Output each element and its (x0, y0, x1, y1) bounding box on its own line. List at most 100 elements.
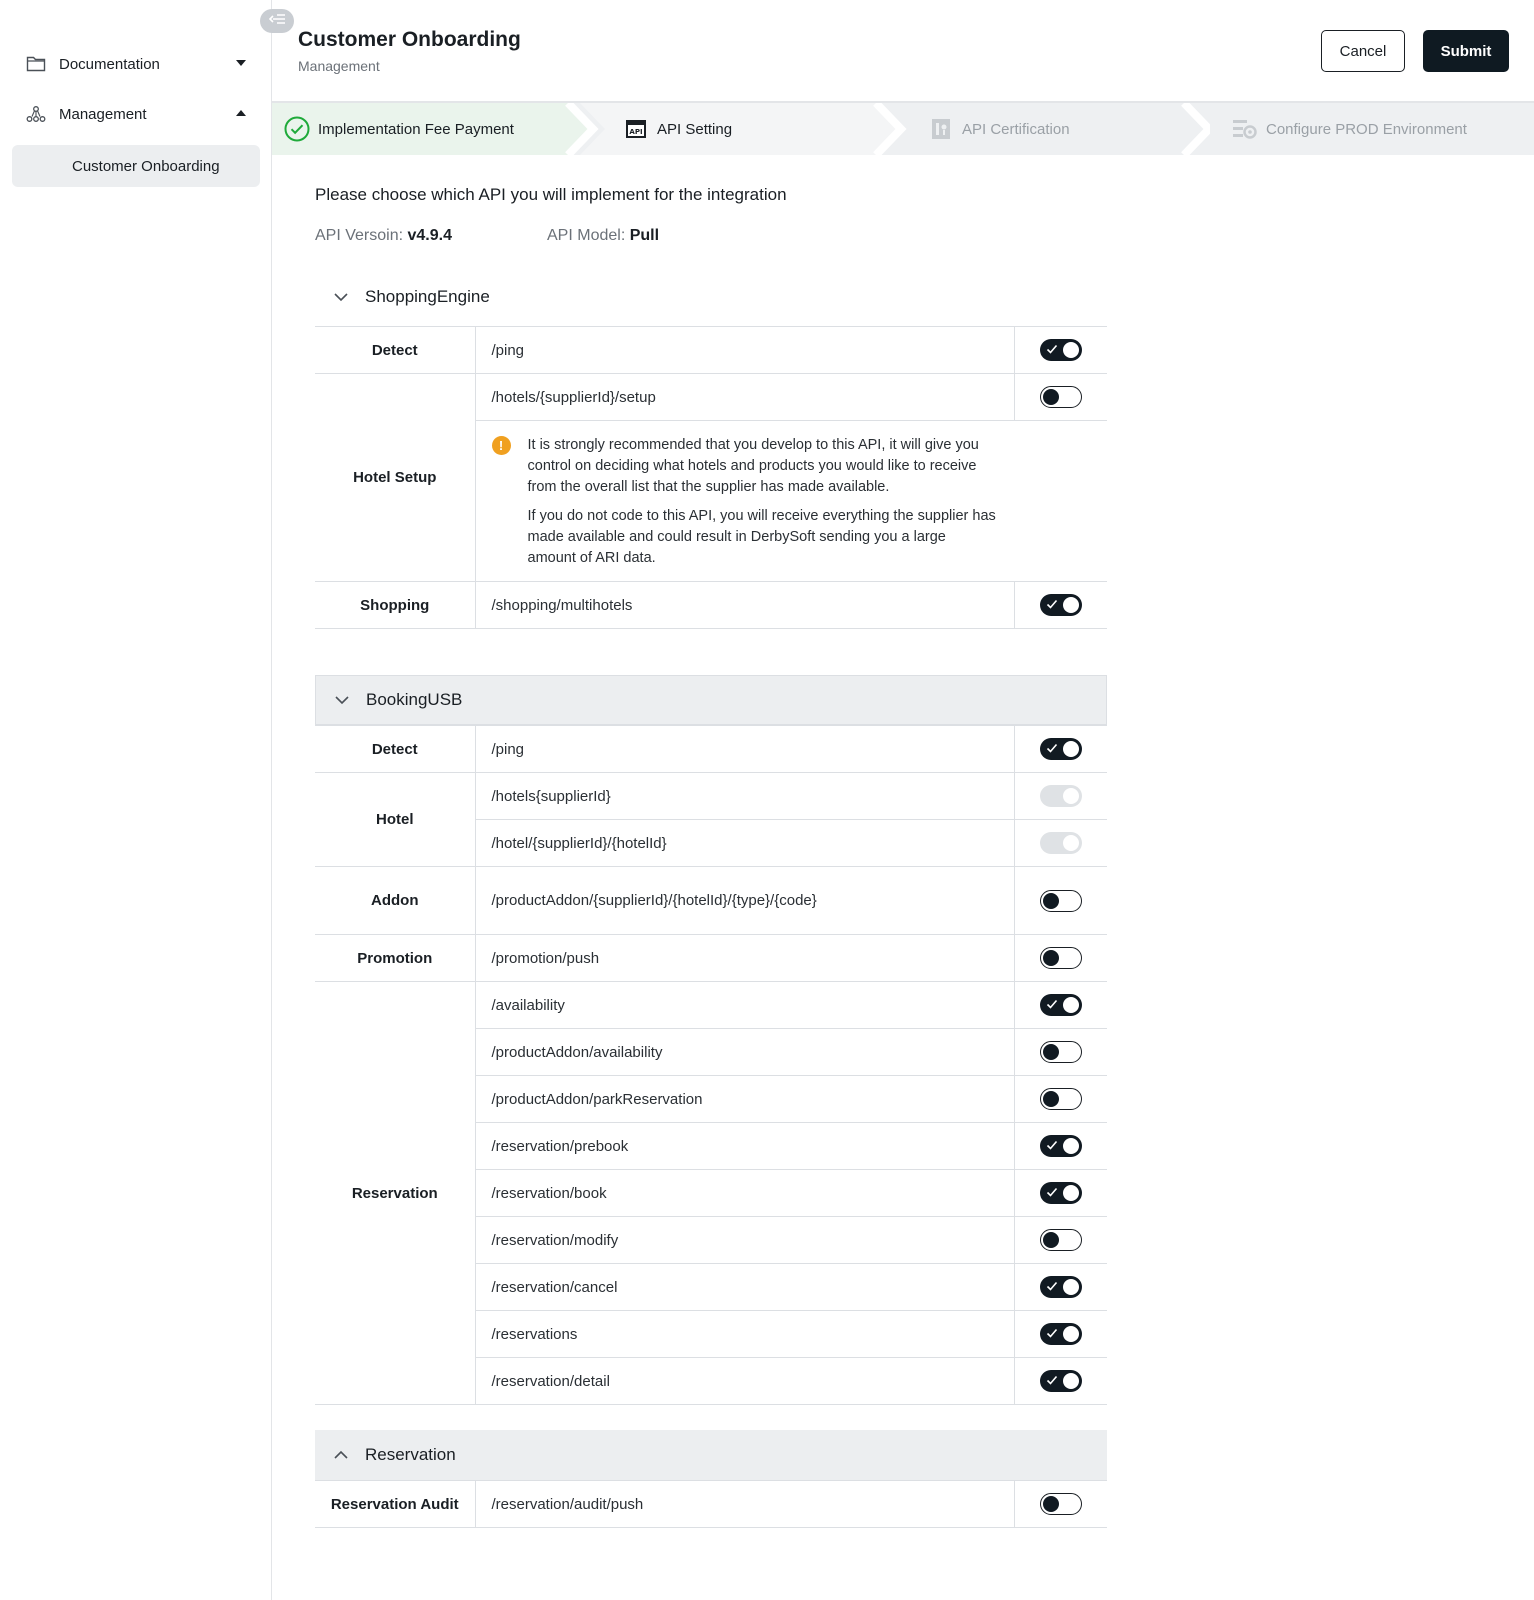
api-toggle[interactable] (1039, 994, 1082, 1016)
step-api-certification[interactable]: API Certification (928, 103, 1070, 155)
api-toggle[interactable] (1039, 1323, 1082, 1345)
group-title: ShoppingEngine (365, 287, 490, 306)
api-toggle[interactable] (1039, 1135, 1082, 1157)
stepper-divider (1181, 103, 1210, 155)
recommendation-notice: ! It is strongly recommended that you de… (475, 420, 1107, 582)
api-toggle[interactable] (1039, 889, 1082, 912)
category-cell: Shopping (315, 581, 476, 629)
api-path: /promotion/push (475, 934, 1015, 982)
category-cell: Hotel Setup (315, 373, 476, 582)
reservation-table: Reservation Audit /reservation/audit/pus… (315, 1480, 1107, 1528)
submit-button[interactable]: Submit (1423, 30, 1509, 72)
sidebar-item-label: Management (59, 105, 147, 123)
sidebar-item-customer-onboarding[interactable]: Customer Onboarding (12, 145, 260, 187)
table-row: Reservation /availability (315, 981, 1107, 1405)
api-path: /productAddon/{supplierId}/{hotelId}/{ty… (475, 866, 1015, 935)
checkmark-icon (1046, 344, 1057, 354)
group-header-bookingusb[interactable]: BookingUSB (315, 675, 1107, 725)
api-toggle[interactable] (1039, 1276, 1082, 1298)
api-path: /reservation/audit/push (475, 1480, 1015, 1528)
api-path: /reservation/prebook (475, 1122, 1015, 1170)
api-path: /productAddon/parkReservation (475, 1075, 1015, 1123)
api-toggle[interactable] (1039, 339, 1082, 361)
api-window-icon: API (623, 116, 649, 142)
integration-question: Please choose which API you will impleme… (315, 185, 787, 204)
category-cell: Addon (315, 866, 476, 935)
api-path: /hotels{supplierId} (475, 772, 1015, 820)
api-path: /ping (475, 725, 1015, 773)
chevron-down-icon (236, 60, 246, 66)
chevron-down-icon (332, 690, 352, 710)
sidebar-item-label: Documentation (59, 55, 160, 73)
group-header-shoppingengine[interactable]: ShoppingEngine (315, 272, 1107, 322)
api-path: /reservation/detail (475, 1357, 1015, 1405)
checkmark-icon (1046, 1187, 1057, 1197)
step-configure-prod-environment[interactable]: Configure PROD Environment (1232, 103, 1467, 155)
api-toggle[interactable] (1039, 947, 1082, 969)
api-model-value: Pull (629, 227, 660, 244)
checkmark-icon (1046, 743, 1057, 753)
cancel-button[interactable]: Cancel (1321, 30, 1405, 72)
api-path: /reservation/book (475, 1169, 1015, 1217)
checkmark-icon (1046, 1281, 1057, 1291)
api-toggle[interactable] (1039, 832, 1082, 854)
api-toggle[interactable] (1039, 738, 1082, 760)
api-path: /availability (475, 981, 1015, 1029)
svg-text:API: API (629, 128, 642, 136)
collapse-menu-icon (268, 12, 286, 30)
collapse-sidebar-button[interactable] (260, 9, 294, 33)
sidebar-subitem-label: Customer Onboarding (72, 157, 220, 175)
api-path: /hotels/{supplierId}/setup (475, 373, 1015, 421)
group-header-reservation[interactable]: Reservation (315, 1430, 1107, 1480)
step-api-setting[interactable]: API API Setting (623, 103, 732, 155)
api-toggle[interactable] (1039, 1370, 1082, 1392)
checkmark-icon (1046, 1375, 1057, 1385)
page-title: Customer Onboarding (298, 28, 521, 51)
sidebar-item-documentation[interactable]: Documentation (12, 43, 260, 85)
category-cell: Promotion (315, 934, 476, 982)
bookingusb-table: Detect /ping Hotel /hotels{supplierId} /… (315, 725, 1107, 1405)
api-toggle[interactable] (1039, 1088, 1082, 1110)
category-cell: Hotel (315, 772, 476, 867)
api-version-label: API Versoin: (315, 227, 404, 244)
api-toggle[interactable] (1039, 785, 1082, 807)
api-model-label: API Model: (547, 227, 626, 244)
sidebar: Documentation Management Customer Onboar… (0, 0, 272, 1600)
api-toggle[interactable] (1039, 1041, 1082, 1063)
table-row: Detect /ping (315, 326, 1107, 374)
certificate-icon (928, 116, 954, 142)
table-row: Reservation Audit /reservation/audit/pus… (315, 1480, 1107, 1528)
api-toggle[interactable] (1039, 594, 1082, 616)
category-cell: Reservation (315, 981, 476, 1405)
table-row: Hotel /hotels{supplierId} (315, 772, 1107, 867)
api-path: /reservations (475, 1310, 1015, 1358)
notice-paragraph: It is strongly recommended that you deve… (527, 437, 979, 495)
checkmark-icon (1046, 999, 1057, 1009)
api-toggle[interactable] (1039, 1493, 1082, 1515)
api-toggle[interactable] (1039, 1229, 1082, 1251)
shoppingengine-table: Detect /ping Hotel Setup /hotels/{suppli… (315, 326, 1107, 629)
api-path: /hotel/{supplierId}/{hotelId} (475, 819, 1015, 867)
folder-icon (25, 53, 47, 75)
step-label: API Certification (962, 120, 1070, 138)
step-label: Configure PROD Environment (1266, 120, 1467, 138)
org-chart-icon (25, 103, 47, 125)
warning-icon: ! (491, 436, 511, 455)
chevron-up-icon (236, 110, 246, 116)
table-row: Shopping /shopping/multihotels (315, 581, 1107, 629)
api-path: /reservation/modify (475, 1216, 1015, 1264)
api-version-value: v4.9.4 (407, 227, 452, 244)
table-row: Addon /productAddon/{supplierId}/{hotelI… (315, 866, 1107, 935)
table-row: Hotel Setup /hotels/{supplierId}/setup (315, 373, 1107, 582)
api-path: /shopping/multihotels (475, 581, 1015, 629)
step-label: Implementation Fee Payment (318, 120, 514, 138)
api-toggle[interactable] (1039, 386, 1082, 408)
category-cell: Detect (315, 326, 476, 374)
checkmark-icon (1046, 1328, 1057, 1338)
category-cell: Reservation Audit (315, 1480, 476, 1528)
checkmark-icon (1046, 599, 1057, 609)
settings-gear-icon (1232, 116, 1258, 142)
step-implementation-fee-payment[interactable]: Implementation Fee Payment (284, 103, 514, 155)
api-toggle[interactable] (1039, 1182, 1082, 1204)
sidebar-item-management[interactable]: Management (12, 93, 260, 135)
